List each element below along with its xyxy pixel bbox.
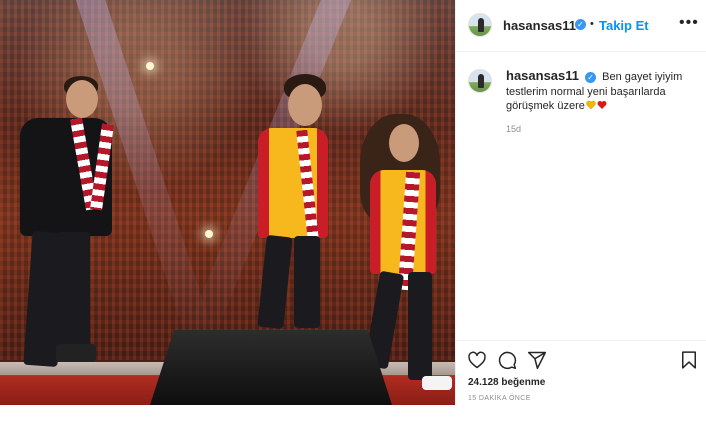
avatar[interactable] [468, 13, 492, 37]
yellow-heart-icon [586, 100, 596, 110]
verified-badge-icon: ✓ [585, 72, 597, 83]
header-separator: • [590, 18, 594, 30]
post-actions: 24.128 beğenme 15 DAKİKA ÖNCE [456, 340, 706, 405]
like-count[interactable]: 24.128 beğenme [468, 377, 545, 388]
stage-speaker [150, 330, 392, 405]
verified-badge-icon: ✓ [575, 19, 586, 30]
share-icon[interactable] [527, 350, 547, 370]
caption-age[interactable]: 15d [506, 124, 521, 134]
stage-light [205, 230, 213, 238]
header-username[interactable]: hasansas11 [503, 18, 576, 33]
post-timestamp[interactable]: 15 DAKİKA ÖNCE [468, 395, 531, 402]
caption-text: hasansas11 ✓ Ben gayet iyiyim testlerim … [506, 68, 696, 114]
post-header: hasansas11 ✓ • Takip Et ••• [456, 0, 706, 52]
post-side-panel: hasansas11 ✓ • Takip Et ••• hasansas11 ✓… [455, 0, 706, 405]
comment-icon[interactable] [497, 350, 517, 370]
follow-button[interactable]: Takip Et [599, 18, 649, 33]
red-heart-icon [597, 100, 607, 110]
bookmark-icon[interactable] [679, 350, 699, 370]
more-options-icon[interactable]: ••• [679, 15, 698, 33]
heart-icon[interactable] [467, 350, 487, 370]
caption-avatar[interactable] [468, 69, 492, 93]
instagram-post: hasansas11 ✓ • Takip Et ••• hasansas11 ✓… [0, 0, 706, 405]
stage-light [146, 62, 154, 70]
post-photo[interactable] [0, 0, 455, 405]
caption-username[interactable]: hasansas11 [506, 68, 579, 83]
